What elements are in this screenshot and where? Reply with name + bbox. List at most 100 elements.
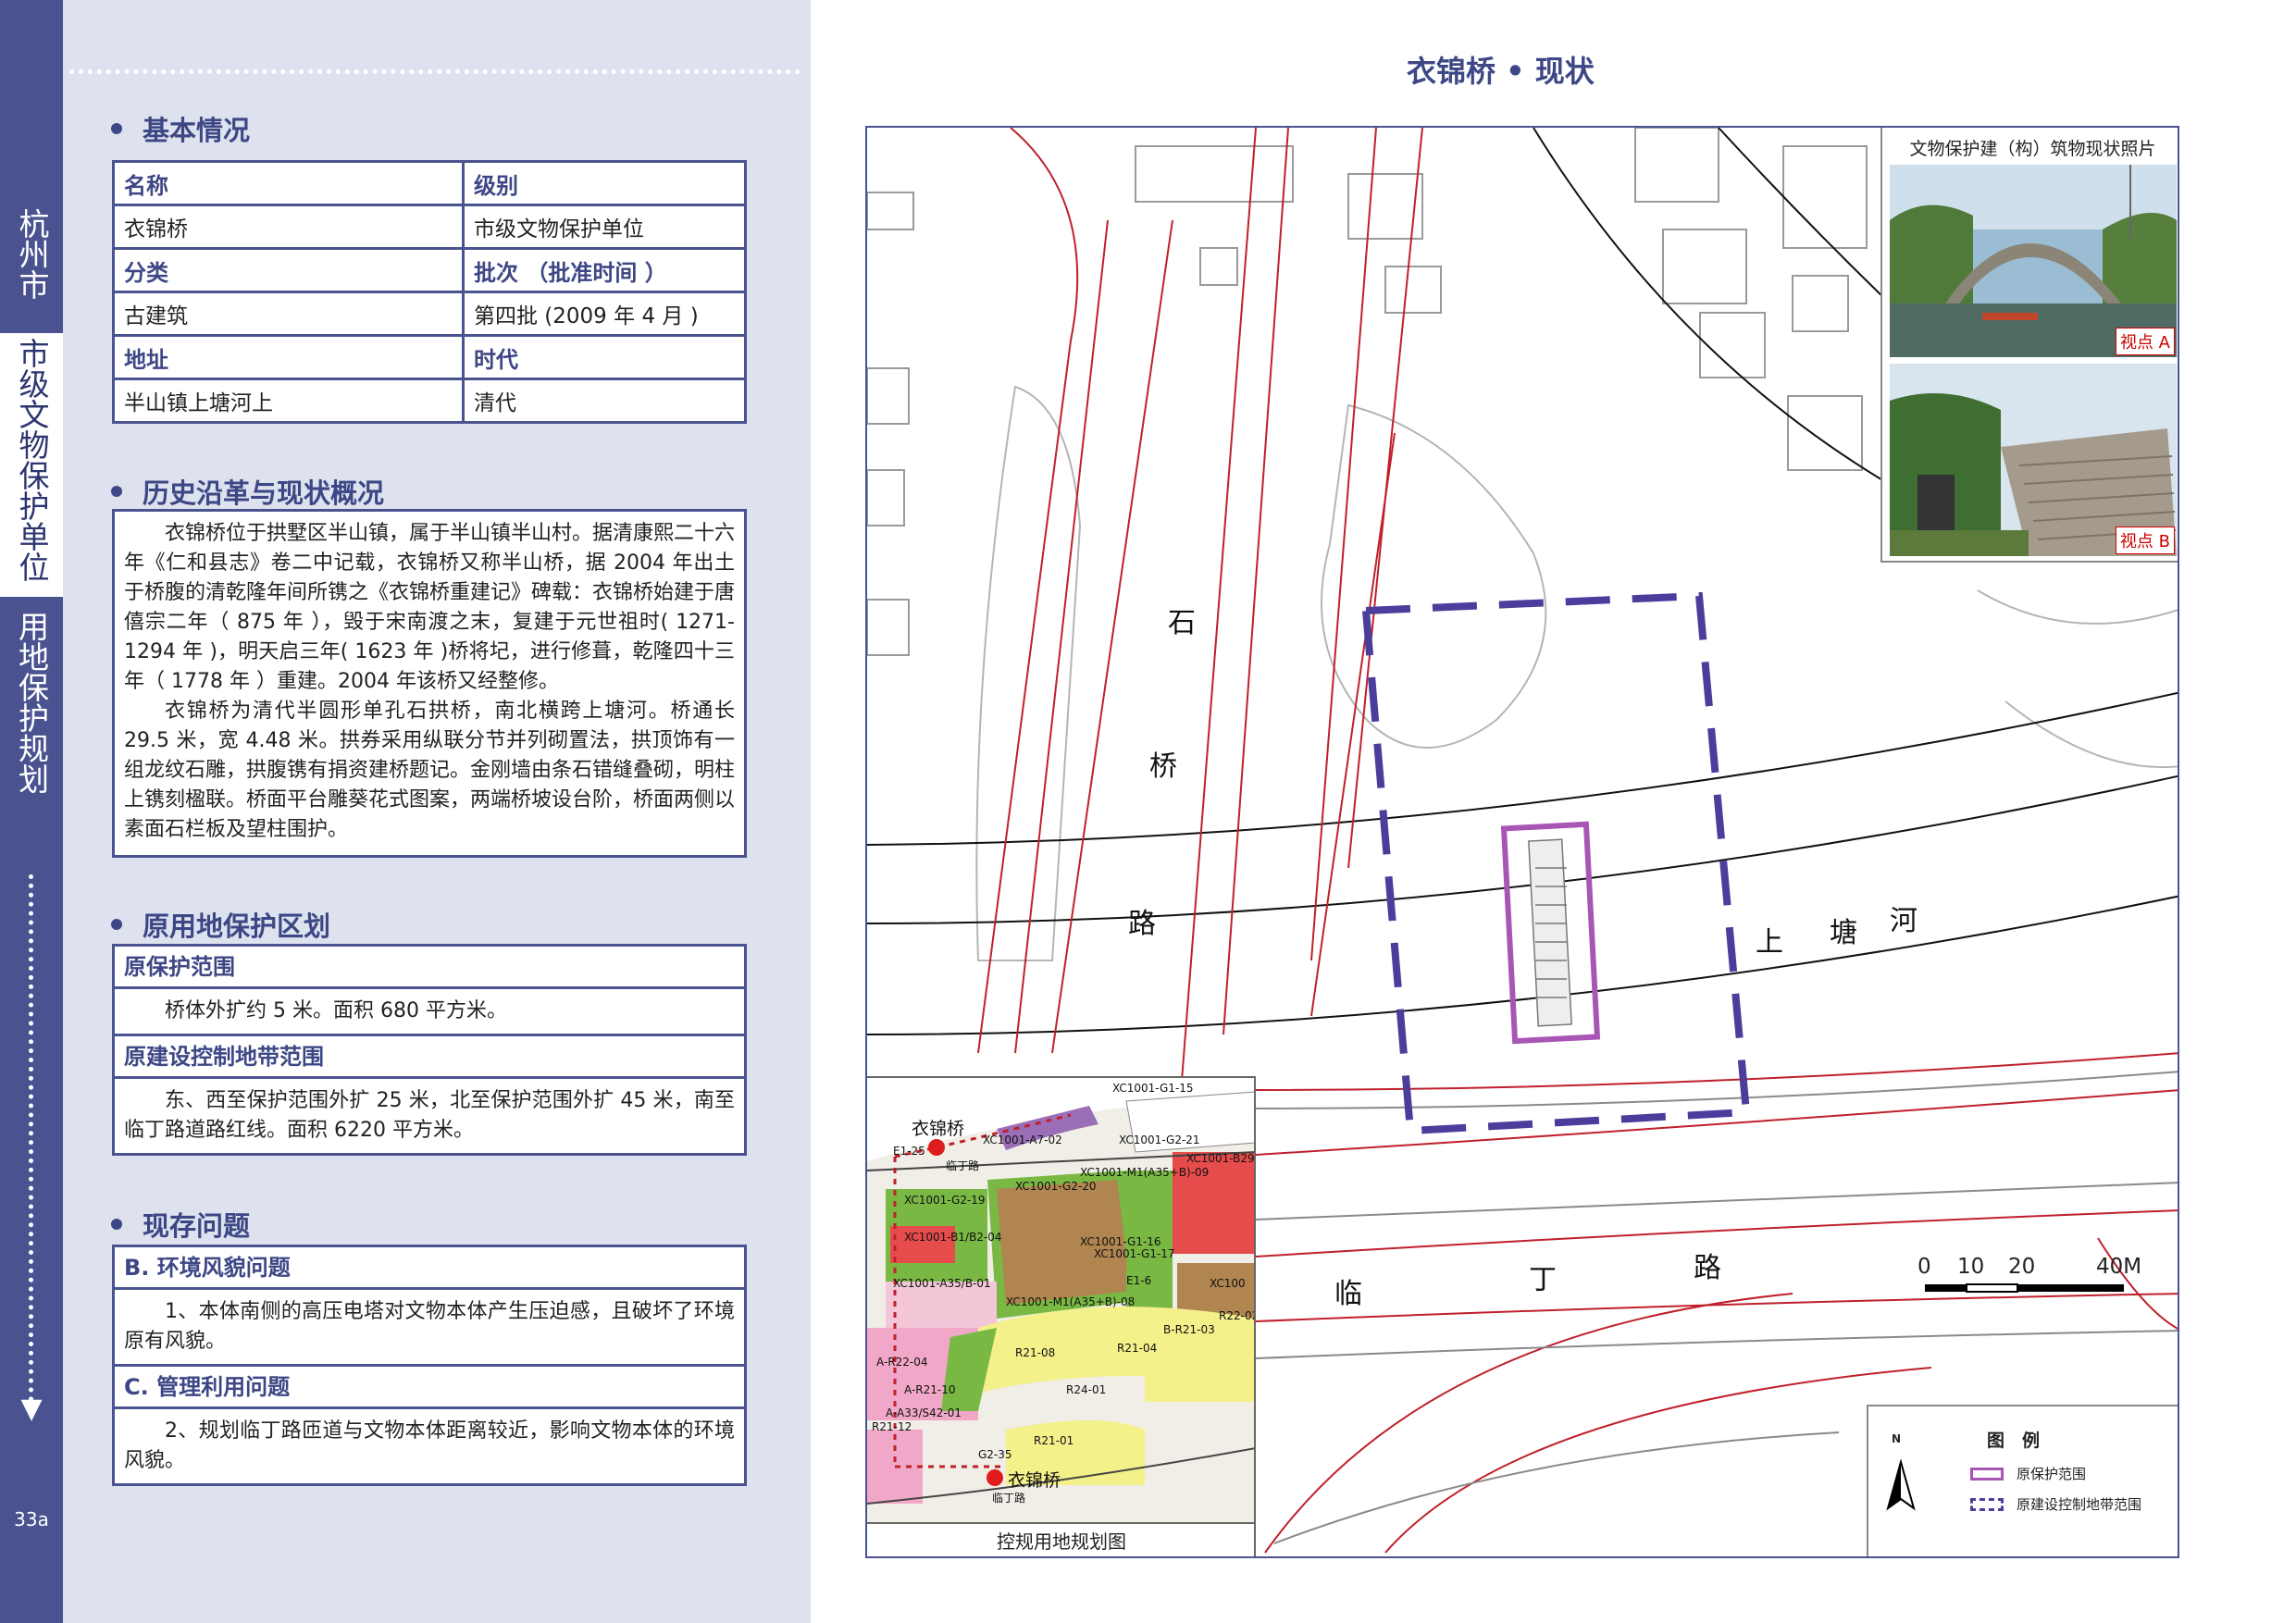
road-label-shiqiao-2: 桥 (1149, 750, 1177, 783)
inset-code: R21-01 (1034, 1434, 1074, 1447)
road-label-linding-1: 临 (1334, 1278, 1362, 1310)
inset-code: A-R22-04 (876, 1356, 928, 1369)
table-row: 半山镇上塘河上 清代 (112, 378, 747, 424)
bullet-icon (111, 1219, 122, 1230)
history-paragraph-2: 衣锦桥为清代半圆形单孔石拱桥，南北横跨上塘河。桥通长 29.5 米，宽 4.48… (124, 700, 736, 841)
inset-code: XC1001-G1-17 (1094, 1247, 1175, 1260)
issues-box: B. 环境风貌问题 1、本体南侧的高压电塔对文物本体产生压迫感，且破坏了环境原有… (112, 1245, 747, 1486)
inset-code: B-R21-03 (1163, 1323, 1215, 1336)
legend-title: 图 例 (1987, 1431, 2041, 1451)
chevron-down-icon: ▼ (20, 1393, 43, 1425)
legend-protection-swatch (1970, 1467, 2004, 1481)
protection-box: 原保护范围 桥体外扩约 5 米。面积 680 平方米。 原建设控制地带范围 东、… (112, 944, 747, 1156)
inset-code: E1-25 (893, 1145, 925, 1158)
river-label-1: 上 (1756, 926, 1783, 959)
bullet-icon (111, 919, 122, 930)
side-dotted-line (29, 874, 34, 1402)
view-b-tag: 视点 B (2115, 527, 2175, 554)
history-paragraph-1: 衣锦桥位于拱墅区半山镇，属于半山镇半山村。据清康熙二十六年《仁和县志》卷二中记载… (124, 522, 736, 693)
river-label-3: 河 (1890, 905, 1917, 937)
table-row: 名称 级别 (112, 160, 747, 206)
basic-info-table: 名称 级别 衣锦桥 市级文物保护单位 分类 批次 （批准时间 ） 古建筑 第四批… (112, 160, 747, 424)
page-number: 33a (14, 1508, 49, 1530)
issue-c-text: 2、规划临丁路匝道与文物本体距离较近，影响文物本体的环境风貌。 (124, 1419, 735, 1472)
legend-control-swatch (1970, 1497, 2004, 1511)
photo-panel-title: 文物保护建（构）筑物现状照片 (1909, 139, 2156, 159)
table-cell: 地址 (112, 334, 465, 380)
side-category-text: 市级文物保护单位 (14, 338, 50, 582)
table-row: 分类 批次 （批准时间 ） (112, 247, 747, 293)
side-plan-label: 用地保护规划 (0, 611, 63, 794)
side-city-text: 杭州市 (14, 208, 50, 300)
photo-view-b: 视点 B (1890, 364, 2177, 556)
site-map: 石 桥 路 上 塘 河 临 丁 路 文物保护建（构）筑物现状照片 视点 A 视点… (865, 126, 2179, 1558)
road-label-shiqiao-3: 路 (1128, 908, 1156, 940)
table-cell: 名称 (112, 160, 465, 206)
inset-code: R21-12 (872, 1420, 912, 1433)
inset-bridge-label-top: 衣锦桥 (912, 1119, 965, 1139)
inset-code: R24-01 (1066, 1383, 1107, 1396)
issue-c-title: C. 管理利用问题 (115, 1367, 744, 1409)
inset-code: G2-35 (978, 1448, 1012, 1461)
inset-code: XC1001-G2-19 (904, 1194, 986, 1207)
inset-code: A-R21-10 (904, 1383, 956, 1396)
right-dotted-rule-left (819, 69, 1393, 74)
inset-code: R21-04 (1117, 1342, 1158, 1355)
legend-item-protection: 原保护范围 (1970, 1464, 2086, 1483)
road-label-linding-3: 路 (1694, 1252, 1721, 1284)
table-cell: 衣锦桥 (112, 204, 465, 250)
control-zone-text: 东、西至保护范围外扩 25 米，北至保护范围外扩 45 米，南至临丁路道路红线。… (124, 1089, 735, 1142)
legend-protection-label: 原保护范围 (2017, 1466, 2087, 1482)
history-text: 衣锦桥位于拱墅区半山镇，属于半山镇半山村。据清康熙二十六年《仁和县志》卷二中记载… (115, 512, 744, 852)
inset-code: R22-02 (1219, 1309, 1256, 1322)
side-category-label: 市级文物保护单位 (0, 333, 63, 597)
issue-b-title: B. 环境风貌问题 (115, 1247, 744, 1290)
map-legend: 图 例 N 原保护范围 原建设控制地带范围 (1867, 1405, 2178, 1556)
view-a-tag: 视点 A (2115, 328, 2175, 355)
legend-item-control: 原建设控制地带范围 (1970, 1494, 2141, 1514)
north-arrow-icon (1886, 1458, 1916, 1511)
road-label-linding-2: 丁 (1529, 1264, 1557, 1296)
orig-scope-title: 原保护范围 (115, 947, 744, 989)
photo-panel: 文物保护建（构）筑物现状照片 视点 A 视点 B (1880, 128, 2178, 563)
river-label-2: 塘 (1830, 917, 1857, 949)
section-issues-heading: 现存问题 (111, 1205, 250, 1244)
orig-scope-text: 桥体外扩约 5 米。面积 680 平方米。 (115, 989, 744, 1036)
table-cell: 批次 （批准时间 ） (462, 247, 747, 293)
section-protection-title: 原用地保护区划 (143, 911, 331, 942)
inset-code: XC1001-B1/B2-04 (904, 1231, 1002, 1244)
section-basic-heading: 基本情况 (111, 109, 250, 148)
inset-code: XC1001-M1(A35+B)-09 (1080, 1166, 1210, 1179)
bullet-icon (111, 123, 122, 134)
scale-bar: 0 10 20 40M (1917, 1255, 2147, 1310)
left-dotted-rule (69, 69, 800, 74)
inset-road-label-top: 临丁路 (946, 1159, 980, 1172)
road-label-shiqiao-1: 石 (1168, 607, 1196, 639)
table-cell: 半山镇上塘河上 (112, 378, 465, 424)
section-history-heading: 历史沿革与现状概况 (111, 472, 384, 511)
scale-ruler (1925, 1283, 2124, 1293)
side-city-label: 杭州市 (0, 208, 63, 300)
side-band: 杭州市 市级文物保护单位 用地保护规划 ▼ 33a (0, 0, 63, 1623)
section-issues-title: 现存问题 (143, 1210, 251, 1242)
table-cell: 清代 (462, 378, 747, 424)
history-box: 衣锦桥位于拱墅区半山镇，属于半山镇半山村。据清康熙二十六年《仁和县志》卷二中记载… (112, 509, 747, 858)
bullet-icon (111, 486, 122, 497)
inset-code: E1-6 (1126, 1274, 1152, 1287)
right-dotted-rule-right (1657, 69, 2286, 74)
table-cell: 市级文物保护单位 (462, 204, 747, 250)
inset-code: XC1001-G1-16 (1080, 1235, 1161, 1248)
inset-code: XC1001-A7-02 (983, 1134, 1062, 1146)
inset-code: XC1001-B29- (1186, 1152, 1256, 1165)
table-cell: 时代 (462, 334, 747, 380)
inset-code: XC1001-G1-15 (1112, 1082, 1194, 1095)
inset-caption: 控规用地规划图 (867, 1522, 1254, 1556)
inset-code: XC100 (1210, 1277, 1246, 1290)
section-history-title: 历史沿革与现状概况 (143, 477, 385, 509)
inset-road-label-bottom: 临丁路 (992, 1492, 1026, 1505)
inset-code: XC1001-G2-21 (1119, 1134, 1200, 1146)
table-row: 地址 时代 (112, 334, 747, 380)
section-basic-title: 基本情况 (143, 115, 251, 146)
table-row: 衣锦桥 市级文物保护单位 (112, 204, 747, 250)
photo-view-a: 视点 A (1890, 165, 2177, 357)
